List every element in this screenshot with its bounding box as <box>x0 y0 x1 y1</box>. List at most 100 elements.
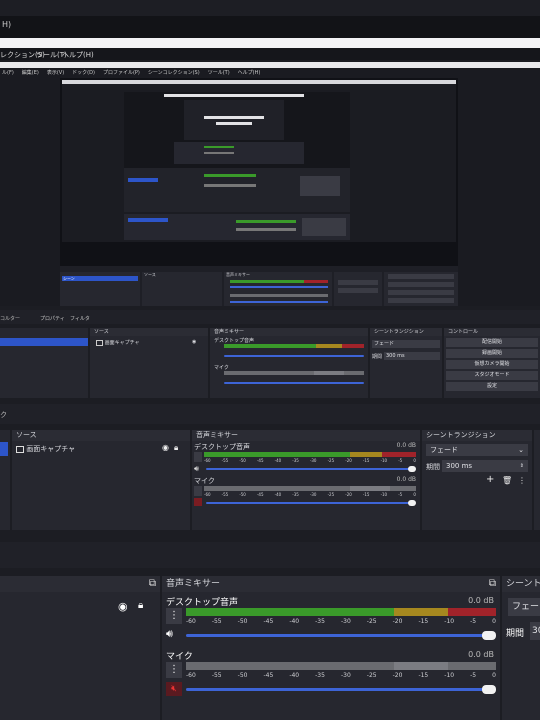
level1-mic-volume-slider[interactable] <box>186 688 492 691</box>
tiny-menu-profile[interactable]: プロファイル(P) <box>103 69 140 76</box>
recursive-block-1 <box>184 100 284 140</box>
tiny-preview: シーン ソース 音声ミキサー <box>60 78 458 306</box>
tiny-sources-title: ソース <box>144 272 156 277</box>
recursive-inner <box>124 92 350 212</box>
level3-mic-volume-slider[interactable] <box>224 382 364 384</box>
level3-transitions-header: シーントランジション <box>370 328 442 336</box>
dropdown-icon: ⌄ <box>518 446 524 454</box>
level1-desktop-meter <box>186 608 496 616</box>
level2-source-item[interactable]: 画面キャプチャ <box>16 444 75 454</box>
tiny-menu-dock[interactable]: ドック(D) <box>72 69 95 76</box>
tiny-menubar: ル(F) 編集(E) 表示(V) ドック(D) プロファイル(P) シーンコレク… <box>0 69 540 76</box>
level2-desktop-menu-icon[interactable] <box>194 452 202 462</box>
level2-mic-volume-slider[interactable] <box>206 502 412 504</box>
level3-duration-label: 期間 <box>372 354 383 360</box>
level3-fade-select[interactable]: フェード <box>372 340 440 348</box>
level3-sources-title: ソース <box>94 329 109 335</box>
monitor-icon <box>96 339 103 346</box>
level2-remove-transition-icon[interactable]: 🗑︎ <box>502 476 512 485</box>
level2-transition-menu-icon[interactable]: ⋮ <box>518 476 526 485</box>
level3-toolbar: コルター プロパティ フィルタ <box>0 310 540 324</box>
level3-desktop-volume-slider[interactable] <box>224 355 364 357</box>
level3-start-record-button[interactable]: 録画開始 <box>446 349 538 358</box>
level1-sources-panel: ⧉ ◉ 🔒︎ <box>0 576 160 720</box>
level2-mixer-header: 音声ミキサー <box>192 430 420 441</box>
menu-bar: H) <box>0 16 540 38</box>
level1-mixer-header: 音声ミキサー ⧉ <box>162 576 500 592</box>
level2-mic-ticks: -60 -55 -50 -45 -40 -35 -30 -25 -20 -15 -10 -5 0 <box>204 492 416 497</box>
level2-mic-volume-knob[interactable] <box>408 500 416 506</box>
window-menu-fragment[interactable]: H) <box>2 20 11 29</box>
level3-filters-button[interactable]: フィルタ <box>70 315 90 322</box>
level2-mic-label: マイク <box>194 477 215 485</box>
tiny-menu-scene-collection[interactable]: シーンコレクション(S) <box>148 69 200 76</box>
level1-desktop-audio-label: デスクトップ音声 <box>166 598 239 608</box>
level2-eye-icon[interactable]: ◉ <box>162 443 169 452</box>
popout-icon[interactable]: ⧉ <box>489 576 496 592</box>
level2-scene-selected[interactable] <box>0 442 8 456</box>
level1-mixer-panel: 音声ミキサー ⧉ デスクトップ音声 0.0 dB ⋮ -60 -55 -50 -45-… <box>162 576 500 720</box>
level2-sources-panel: ソース 画面キャプチャ ◉ 🔒︎ <box>12 430 190 530</box>
level3-controls-header: コントロール <box>444 328 540 336</box>
level2-desktop-volume-knob[interactable] <box>408 466 416 472</box>
level3-virtual-camera-button[interactable]: 仮想カメラ開始 <box>446 360 538 369</box>
tiny-titlebar <box>0 62 540 68</box>
level2-desktop-audio-label: デスクトップ音声 <box>194 443 250 451</box>
level3-source-item[interactable]: 画面キャプチャ <box>96 339 140 346</box>
level2-speaker-icon[interactable]: 🔊︎ <box>194 464 199 474</box>
tiny-scene-item[interactable]: シーン <box>63 276 75 282</box>
level1-mic-volume-knob[interactable] <box>482 685 496 694</box>
level3-transitions-panel: シーントランジション フェード 期間 300 ms <box>370 328 442 398</box>
level3-duration-field[interactable]: 300 ms <box>384 352 440 360</box>
level2-sources-title: ソース <box>16 431 37 439</box>
level3-studio-mode-button[interactable]: スタジオモード <box>446 371 538 380</box>
level1-desktop-menu-icon[interactable]: ⋮ <box>166 608 182 624</box>
level1-mic-ticks: -60 -55 -50 -45 -40 -35 -30 -25 -20 -15 -10 -5 0 <box>186 672 496 679</box>
level2-mic-db: 0.0 dB <box>396 476 416 483</box>
level2-left-label: ク <box>0 411 7 419</box>
level3-eye-icon[interactable]: ◉ <box>192 339 196 345</box>
speaker-icon[interactable]: 🔊︎ <box>166 627 173 641</box>
tiny-menu-edit[interactable]: 編集(E) <box>22 69 39 76</box>
level1-transitions-title: シーントラ <box>506 579 540 589</box>
level2-fade-select[interactable]: フェード ⌄ <box>426 444 528 456</box>
tiny-menu-tools[interactable]: ツール(T) <box>208 69 230 76</box>
tiny-recursive-preview <box>62 80 456 242</box>
mute-speaker-icon[interactable]: 🔇︎ <box>166 682 182 696</box>
level1-transitions-panel: シーントラ フェード 期間 30 <box>502 576 540 720</box>
level3-desktop-audio-label: デスクトップ音声 <box>214 338 255 344</box>
level3-properties-button[interactable]: プロパティ <box>40 315 65 322</box>
level3-settings-button[interactable]: 設定 <box>446 382 538 391</box>
tiny-menu-file[interactable]: ル(F) <box>2 69 14 76</box>
level3-dock-area: コルター プロパティ フィルタ ソース 画面キャプチャ ◉ 音声ミキサー デスク… <box>0 306 540 398</box>
level2-duration-label: 期間 <box>426 463 440 471</box>
tiny-menu-view[interactable]: 表示(V) <box>47 69 64 76</box>
level2-mic-menu-icon[interactable] <box>194 486 202 496</box>
level2-desktop-volume-slider[interactable] <box>206 468 412 470</box>
level1-mic-meter <box>186 662 496 670</box>
monitor-icon <box>16 445 24 453</box>
level3-scene-selected[interactable] <box>0 338 88 346</box>
level2-lock-icon[interactable]: 🔒︎ <box>174 443 178 453</box>
tiny-docks: シーン ソース 音声ミキサー <box>60 266 458 306</box>
level2-duration-field[interactable]: 300 ms ⇕ <box>442 460 528 472</box>
level2-transitions-panel: シーントランジション フェード ⌄ 期間 300 ms ⇕ + 🗑︎ ⋮ <box>422 430 532 530</box>
level1-desktop-volume-knob[interactable] <box>482 631 496 640</box>
level1-desktop-volume-slider[interactable] <box>186 634 492 637</box>
level1-mic-menu-icon[interactable]: ⋮ <box>166 662 182 678</box>
level1-lock-icon[interactable]: 🔒︎ <box>138 600 143 611</box>
popout-icon[interactable]: ⧉ <box>149 578 156 589</box>
level3-start-stream-button[interactable]: 配信開始 <box>446 338 538 347</box>
level1-duration-field[interactable]: 30 <box>530 622 540 640</box>
level2-add-transition-icon[interactable]: + <box>486 474 494 485</box>
tiny-scenes-panel: シーン <box>60 272 140 306</box>
level1-eye-icon[interactable]: ◉ <box>118 600 128 613</box>
level1-toolbar <box>0 542 540 568</box>
tiny-controls-panel <box>384 272 458 306</box>
recursive-block-3 <box>124 168 350 212</box>
menu-help[interactable]: ヘルプ(H) <box>62 50 94 60</box>
level2-mic-mute-icon[interactable] <box>194 498 202 506</box>
level1-fade-select[interactable]: フェード <box>508 598 540 616</box>
level1-mic-label: マイク <box>166 652 193 662</box>
tiny-menu-help[interactable]: ヘルプ(H) <box>238 69 261 76</box>
